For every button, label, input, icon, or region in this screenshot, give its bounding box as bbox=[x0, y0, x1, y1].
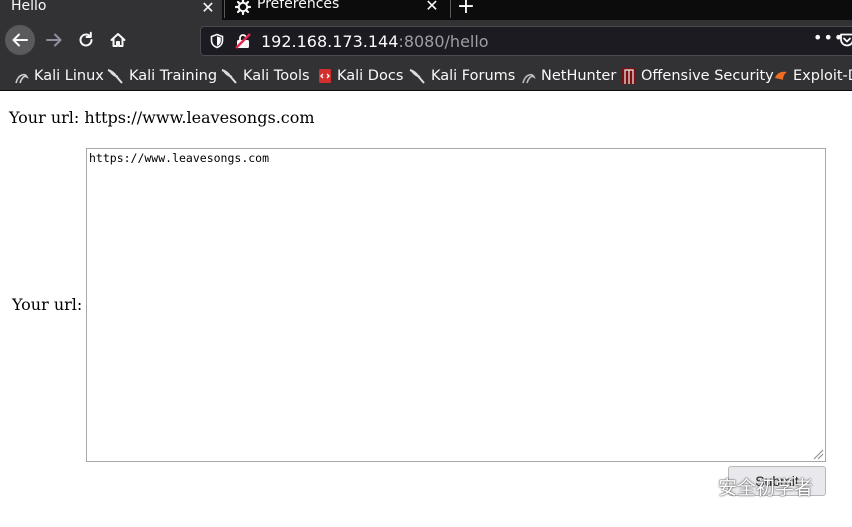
new-tab-icon[interactable]: + bbox=[456, 0, 476, 19]
pocket-icon[interactable] bbox=[839, 32, 852, 48]
arrow-right-icon bbox=[46, 33, 62, 47]
bookmark-kali-training[interactable]: Kali Training bbox=[107, 67, 217, 85]
close-icon[interactable]: ✕ bbox=[422, 0, 442, 15]
bookmark-offensive-security[interactable]: Offensive Security bbox=[621, 67, 774, 85]
exploit-db-icon bbox=[775, 71, 787, 80]
watermark: 安全初学者 bbox=[678, 473, 813, 500]
bookmark-kali-tools[interactable]: Kali Tools bbox=[221, 67, 310, 85]
bookmark-kali-forums[interactable]: Kali Forums bbox=[409, 67, 515, 85]
arrow-left-icon bbox=[12, 33, 28, 47]
bookmark-kali-linux[interactable]: Kali Linux bbox=[14, 67, 104, 85]
kali-dragon-icon bbox=[107, 69, 123, 84]
bookmark-label: Kali Tools bbox=[243, 68, 310, 84]
tab-divider bbox=[224, 0, 225, 18]
reload-icon bbox=[79, 31, 93, 47]
tab-title: Hello bbox=[11, 0, 47, 14]
kali-dragon-icon bbox=[409, 69, 425, 84]
result-text: Your url: https://www.leavesongs.com bbox=[9, 108, 315, 127]
resize-grip-icon[interactable] bbox=[812, 448, 824, 460]
tracking-protection-shield-icon[interactable] bbox=[209, 33, 225, 49]
watermark-text: 安全初学者 bbox=[718, 477, 814, 499]
tab-title: Preferences bbox=[257, 0, 340, 12]
tab-divider bbox=[450, 0, 451, 18]
bookmark-kali-docs[interactable]: Kali Docs bbox=[318, 67, 403, 85]
bookmark-label: Kali Training bbox=[129, 68, 218, 84]
bookmark-label: Kali Docs bbox=[337, 68, 404, 84]
home-icon bbox=[110, 33, 126, 47]
tab-hello[interactable]: Hello ✕ bbox=[0, 0, 222, 20]
bookmark-exploit-db[interactable]: Exploit-D bbox=[773, 67, 852, 85]
bookmark-label: NetHunter bbox=[541, 68, 617, 84]
offsec-icon bbox=[622, 68, 636, 84]
close-icon[interactable]: ✕ bbox=[198, 0, 218, 17]
back-button[interactable] bbox=[5, 25, 35, 55]
kali-dragon-icon bbox=[15, 73, 29, 84]
url-host: 192.168.173.144 bbox=[261, 32, 399, 51]
page-content: Your url: https://www.leavesongs.com You… bbox=[0, 92, 852, 527]
tab-strip: Hello ✕ Preferences ✕ + bbox=[0, 0, 852, 20]
reload-button[interactable] bbox=[71, 25, 101, 55]
kali-docs-icon bbox=[319, 69, 331, 83]
url-field-label: Your url: bbox=[12, 295, 83, 314]
bookmark-label: Kali Forums bbox=[431, 68, 516, 84]
wechat-icon bbox=[679, 474, 710, 498]
forward-button[interactable] bbox=[39, 25, 69, 55]
nethunter-icon bbox=[522, 73, 536, 84]
home-button[interactable] bbox=[103, 25, 133, 55]
bookmarks-toolbar: Kali Linux Kali Training Kali Tools Kali… bbox=[0, 61, 852, 91]
bookmark-label: Offensive Security bbox=[641, 68, 774, 84]
gear-icon bbox=[235, 0, 251, 15]
navigation-toolbar: 192.168.173.144:8080/hello ••• bbox=[0, 20, 852, 61]
url-text[interactable]: 192.168.173.144:8080/hello bbox=[261, 32, 489, 51]
tab-preferences[interactable]: Preferences ✕ bbox=[226, 0, 448, 20]
bookmark-label: Exploit-D bbox=[793, 68, 852, 84]
bookmark-nethunter[interactable]: NetHunter bbox=[521, 67, 616, 85]
insecure-lock-icon[interactable] bbox=[235, 33, 251, 49]
kali-dragon-icon bbox=[221, 69, 237, 84]
address-bar[interactable]: 192.168.173.144:8080/hello ••• bbox=[200, 26, 852, 56]
url-textarea[interactable]: https://www.leavesongs.com bbox=[86, 148, 826, 462]
bookmark-label: Kali Linux bbox=[34, 68, 104, 84]
url-path: :8080/hello bbox=[398, 32, 489, 51]
